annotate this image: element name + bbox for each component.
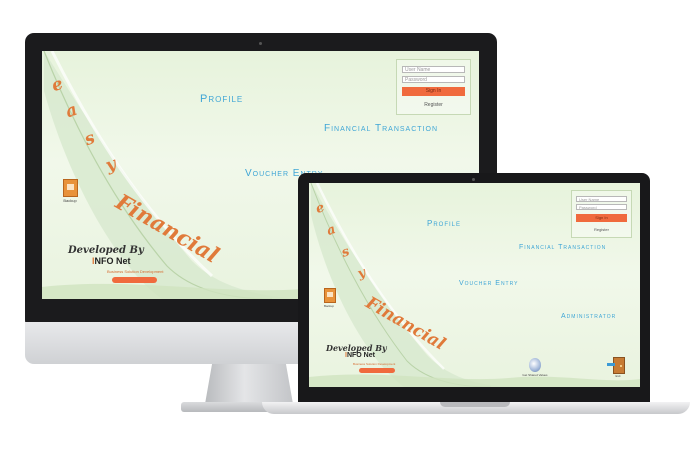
laptop-sign-in-button[interactable]: Sign In — [576, 214, 627, 222]
password-input[interactable]: Password — [402, 76, 465, 83]
company-name-rest: NFO Net — [94, 256, 131, 266]
laptop-company-name: INFO Net — [345, 352, 375, 359]
company-banner — [112, 277, 157, 283]
monitor-stand-neck — [205, 364, 293, 404]
developed-by-label: Developed By — [68, 245, 144, 256]
laptop-backup-icon-label: Backup — [323, 304, 334, 308]
backup-icon-label: Backup — [63, 198, 77, 203]
laptop-password-input[interactable]: Password — [576, 204, 627, 210]
menu-profile[interactable]: Profile — [200, 93, 243, 105]
laptop-backup-icon[interactable] — [324, 288, 336, 303]
laptop-company-banner — [359, 368, 395, 373]
share-icon-label: Get Shared Values — [522, 373, 548, 377]
laptop-camera — [472, 178, 475, 181]
backup-icon[interactable] — [63, 179, 78, 197]
laptop-screen: e a s y Financial Profile Financial Tran… — [309, 183, 640, 387]
laptop-username-input[interactable]: User Name — [576, 196, 627, 202]
laptop-menu-voucher-entry[interactable]: Voucher Entry — [459, 280, 518, 287]
share-icon[interactable] — [529, 358, 541, 372]
laptop-menu-administrator[interactable]: Administrator — [561, 313, 616, 320]
laptop-login-panel: User Name Password Sign In Register — [571, 190, 632, 238]
username-input[interactable]: User Name — [402, 66, 465, 73]
login-panel: User Name Password Sign In Register — [396, 59, 471, 115]
exit-icon-label: Exit — [615, 374, 621, 378]
exit-arrow-icon — [607, 363, 615, 366]
company-tagline: Business Solution Development — [107, 269, 164, 274]
laptop-company-tagline: Business Solution Development — [353, 362, 396, 366]
laptop-company-name-rest: NFO Net — [346, 352, 375, 359]
laptop-register-link[interactable]: Register — [576, 227, 627, 232]
menu-financial-transaction[interactable]: Financial Transaction — [324, 123, 438, 134]
laptop-menu-financial-transaction[interactable]: Financial Transaction — [519, 244, 606, 251]
register-link[interactable]: Register — [402, 102, 465, 108]
laptop-notch — [440, 402, 510, 407]
monitor-camera — [259, 42, 262, 45]
company-name: INFO Net — [92, 256, 131, 266]
sign-in-button[interactable]: Sign In — [402, 87, 465, 96]
laptop-menu-profile[interactable]: Profile — [427, 219, 461, 228]
